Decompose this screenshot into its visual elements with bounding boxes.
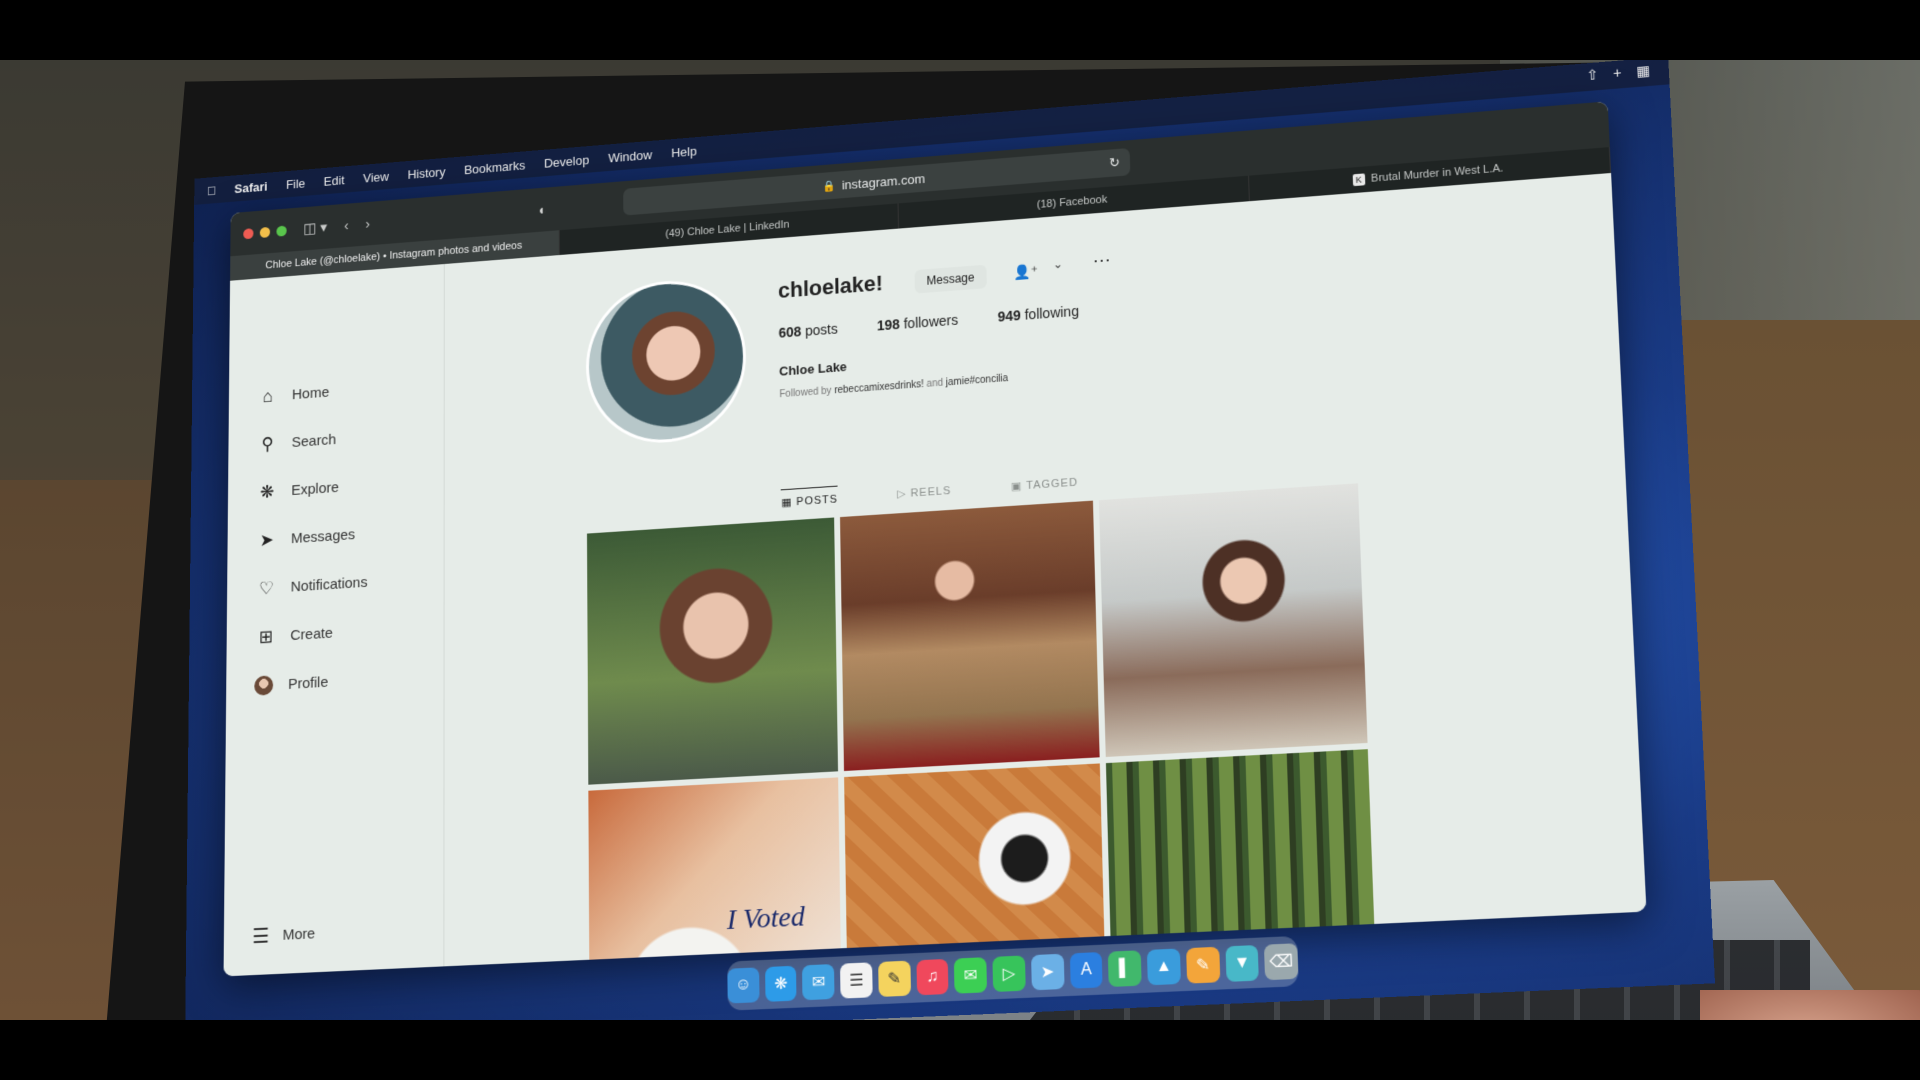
safari-icon[interactable]: ❋ bbox=[764, 965, 797, 1002]
privacy-shield-icon[interactable]: ◐ bbox=[539, 202, 547, 218]
more-options-icon[interactable]: ··· bbox=[1092, 249, 1111, 271]
lock-icon: 🔒 bbox=[822, 179, 837, 193]
follow-user-icon[interactable]: 👤⁺ bbox=[1003, 258, 1048, 286]
laptop:  Safari File Edit View History Bookmark… bbox=[0, 60, 1920, 1020]
profile-header: chloelake! Message 👤⁺ ⌄ ··· 608 posts 19… bbox=[585, 227, 1383, 481]
trash-icon[interactable]: ⌫ bbox=[1264, 943, 1299, 981]
profile-stats: 608 posts 198 followers 949 following bbox=[779, 303, 1080, 341]
back-icon[interactable]: ‹ bbox=[344, 217, 349, 233]
menu-app[interactable]: Safari bbox=[234, 179, 267, 196]
reminders-icon[interactable]: ☰ bbox=[840, 962, 873, 999]
letterbox-top bbox=[0, 0, 1920, 60]
numbers-icon[interactable]: ▌ bbox=[1108, 950, 1142, 988]
hand bbox=[1700, 990, 1920, 1020]
sidebar-toggle-icon[interactable]: ◫ ▾ bbox=[303, 218, 327, 237]
plus-icon[interactable]: + bbox=[1613, 64, 1622, 82]
post-tile[interactable] bbox=[1099, 483, 1368, 757]
profile-username: chloelake! bbox=[777, 270, 884, 303]
url-text: instagram.com bbox=[841, 170, 926, 192]
finder-icon[interactable]: ☺ bbox=[727, 967, 760, 1004]
pages-icon[interactable]: ✎ bbox=[1185, 946, 1220, 984]
menu-bookmarks[interactable]: Bookmarks bbox=[464, 157, 525, 176]
post-tile[interactable]: I Voted bbox=[588, 777, 843, 977]
tab-tagged[interactable]: ▣ TAGGED bbox=[1011, 470, 1079, 500]
keynote-icon[interactable]: ▲ bbox=[1146, 948, 1181, 986]
scene:  Safari File Edit View History Bookmark… bbox=[0, 60, 1920, 1020]
menu-edit[interactable]: Edit bbox=[324, 172, 345, 188]
following-count[interactable]: 949 following bbox=[997, 303, 1079, 325]
favicon-icon: K bbox=[1352, 173, 1366, 187]
post-tile[interactable] bbox=[586, 517, 839, 785]
home-icon: ⌂ bbox=[262, 385, 273, 406]
posts-grid: I Voted bbox=[586, 483, 1381, 977]
tab-posts[interactable]: ▦ POSTS bbox=[781, 485, 839, 515]
followers-count[interactable]: 198 followers bbox=[877, 312, 958, 334]
tab-overview-icon[interactable]: ▦ bbox=[1636, 62, 1651, 80]
menu-view[interactable]: View bbox=[363, 169, 389, 185]
post-tile[interactable] bbox=[844, 763, 1107, 977]
menubar-tools: ⇧ + ▦ bbox=[1586, 62, 1650, 84]
tab-reels[interactable]: ▷ REELS bbox=[897, 478, 952, 507]
instagram-sidebar: ⌂ Home ⚲ Search ❋ Explore ➤ Messages ♡ Notifi… bbox=[223, 264, 445, 977]
downloads-folder-icon[interactable]: ▼ bbox=[1224, 944, 1260, 982]
instagram-page: ⌂ Home ⚲ Search ❋ Explore ➤ Messages ♡ Notifi… bbox=[223, 172, 1647, 977]
messages-icon[interactable]: ✉ bbox=[954, 957, 988, 994]
share-icon[interactable]: ⇧ bbox=[1586, 66, 1599, 84]
menu-window[interactable]: Window bbox=[608, 147, 652, 165]
menu-file[interactable]: File bbox=[286, 176, 305, 192]
close-window-button[interactable] bbox=[243, 227, 254, 239]
forward-icon[interactable]: › bbox=[365, 215, 370, 231]
apple-icon[interactable]:  bbox=[207, 183, 216, 198]
window-controls bbox=[243, 225, 287, 239]
music-icon[interactable]: ♫ bbox=[916, 958, 949, 996]
search-icon: ⚲ bbox=[261, 433, 274, 454]
hamburger-icon: ☰ bbox=[252, 925, 270, 949]
minimize-window-button[interactable] bbox=[259, 226, 271, 238]
posts-count[interactable]: 608 posts bbox=[779, 321, 838, 341]
i-voted-sticker-text: I Voted bbox=[726, 900, 806, 937]
profile-full-name: Chloe Lake bbox=[779, 359, 847, 379]
message-button[interactable]: Message bbox=[914, 264, 987, 294]
more-button[interactable]: ☰ More bbox=[252, 921, 315, 949]
avatar bbox=[254, 675, 274, 696]
notes-icon[interactable]: ✎ bbox=[878, 960, 911, 997]
profile-picture[interactable] bbox=[585, 275, 747, 448]
mail-icon[interactable]: ✉ bbox=[802, 963, 835, 1001]
followed-by[interactable]: Followed by rebeccamixesdrinks! and jami… bbox=[779, 373, 1008, 400]
zoom-window-button[interactable] bbox=[276, 225, 287, 237]
menu-history[interactable]: History bbox=[408, 164, 446, 181]
laptop-screen:  Safari File Edit View History Bookmark… bbox=[184, 60, 1716, 1020]
safari-window: ◫ ▾ ‹ › ◐ 🔒 instagram.com ↻ Chloe Lake (… bbox=[223, 101, 1647, 977]
post-tile[interactable] bbox=[840, 500, 1100, 772]
heart-icon: ♡ bbox=[258, 577, 274, 598]
send-icon: ➤ bbox=[259, 529, 274, 550]
compass-icon: ❋ bbox=[259, 481, 275, 502]
chevron-down-icon[interactable]: ⌄ bbox=[1053, 257, 1063, 271]
plus-square-icon: ⊞ bbox=[258, 626, 274, 647]
app-store-icon[interactable]: A bbox=[1069, 951, 1103, 989]
facetime-icon[interactable]: ▷ bbox=[992, 955, 1026, 993]
letterbox-bottom bbox=[0, 1020, 1920, 1080]
menu-develop[interactable]: Develop bbox=[544, 152, 589, 170]
reload-icon[interactable]: ↻ bbox=[1109, 155, 1120, 171]
menu-help[interactable]: Help bbox=[671, 143, 697, 159]
maps-icon[interactable]: ➤ bbox=[1030, 953, 1065, 991]
